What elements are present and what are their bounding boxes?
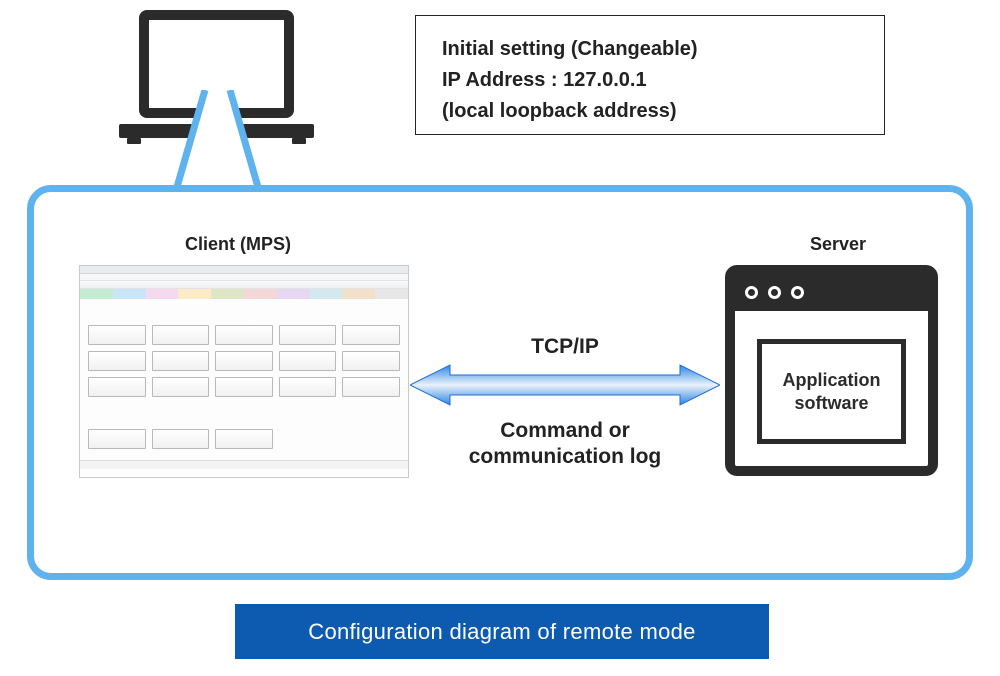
- double-arrow-icon: [410, 363, 720, 407]
- settings-line-3: (local loopback address): [442, 96, 858, 127]
- settings-line-2: IP Address : 127.0.0.1: [442, 65, 858, 96]
- laptop-icon: [119, 10, 314, 155]
- tcpip-arrow: TCP/IP Command orcommunication log: [410, 335, 720, 465]
- client-mps-screenshot: [79, 265, 409, 478]
- caption-bar: Configuration diagram of remote mode: [235, 604, 769, 659]
- settings-box: Initial setting (Changeable) IP Address …: [415, 15, 885, 135]
- arrow-label-bottom: Command orcommunication log: [410, 418, 720, 471]
- server-content-label: Applicationsoftware: [757, 339, 906, 444]
- arrow-label-top: TCP/IP: [410, 335, 720, 359]
- settings-line-1: Initial setting (Changeable): [442, 34, 858, 65]
- client-label: Client (MPS): [185, 234, 291, 255]
- server-label: Server: [810, 234, 866, 255]
- diagram-stage: Initial setting (Changeable) IP Address …: [0, 0, 1000, 676]
- server-window-icon: Applicationsoftware: [725, 265, 938, 476]
